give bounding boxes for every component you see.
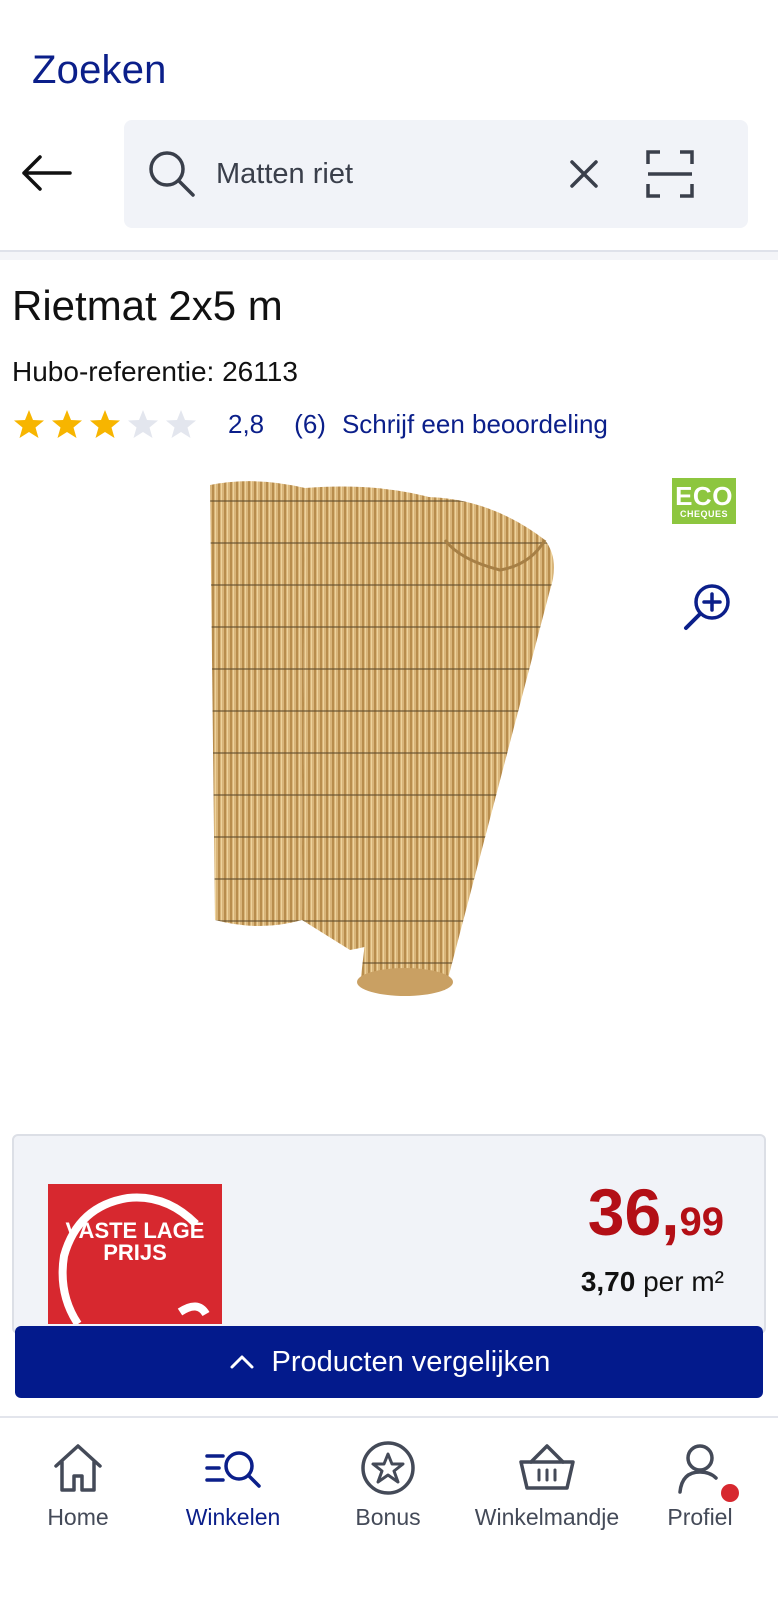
star-filled-icon	[14, 410, 44, 438]
price: 36, 99	[588, 1174, 724, 1250]
bottom-navigation: Home Winkelen Bonus Winkelmandje Profiel	[0, 1416, 778, 1600]
price-integer: 36,	[587, 1175, 680, 1249]
arrow-left-icon	[22, 155, 72, 191]
chevron-up-icon	[230, 1355, 254, 1369]
basket-icon	[519, 1444, 575, 1490]
review-count[interactable]: (6)	[294, 409, 326, 440]
notification-dot	[721, 1484, 739, 1502]
badge-line-1: VASTE LAGE	[65, 1218, 205, 1243]
eco-badge-subtext: CHEQUES	[679, 509, 728, 519]
eco-cheques-badge: ECO CHEQUES	[672, 478, 736, 524]
compare-products-button[interactable]: Producten vergelijken	[15, 1326, 763, 1398]
page-title: Zoeken	[32, 48, 167, 92]
vaste-lage-prijs-badge: VASTE LAGE PRIJS	[48, 1184, 222, 1324]
price-card: VASTE LAGE PRIJS 36, 99 3,70 per m²	[12, 1134, 766, 1334]
product-title: Rietmat 2x5 m	[12, 282, 283, 329]
reference-value: 26113	[222, 356, 298, 387]
search-bar[interactable]	[124, 120, 748, 228]
zoom-in-icon[interactable]	[680, 580, 734, 634]
badge-line-2: PRIJS	[103, 1240, 167, 1265]
price-decimal: 99	[679, 1200, 725, 1244]
eco-badge-text: ECO	[675, 481, 733, 511]
compare-label: Producten vergelijken	[271, 1345, 551, 1378]
nav-bonus-label: Bonus	[355, 1504, 421, 1530]
nav-winkelmandje[interactable]: Winkelmandje	[467, 1438, 627, 1531]
nav-bonus[interactable]: Bonus	[313, 1438, 463, 1531]
shop-search-icon	[205, 1451, 261, 1488]
nav-profiel[interactable]: Profiel	[625, 1438, 775, 1531]
nav-profiel-label: Profiel	[667, 1504, 733, 1530]
unit-price: 3,70 per m²	[581, 1266, 724, 1298]
write-review-link[interactable]: Schrijf een beoordeling	[342, 409, 608, 440]
search-icon	[149, 151, 195, 197]
star-empty-icon	[166, 410, 196, 438]
nav-winkelmandje-label: Winkelmandje	[474, 1504, 620, 1530]
bonus-star-icon	[361, 1441, 415, 1495]
star-empty-icon	[128, 410, 158, 438]
back-button[interactable]	[18, 148, 74, 198]
header-shadow	[0, 252, 778, 260]
nav-winkelen[interactable]: Winkelen	[158, 1438, 308, 1531]
rating-row: 2,8 (6) Schrijf een beoordeling	[12, 404, 608, 444]
scan-icon[interactable]	[644, 148, 696, 200]
reference-label: Hubo-referentie:	[12, 356, 223, 387]
product-reference: Hubo-referentie: 26113	[12, 356, 298, 388]
rating-stars[interactable]	[12, 407, 198, 441]
product-image-reed-mat[interactable]	[200, 480, 580, 1020]
home-icon	[54, 1444, 102, 1492]
close-icon[interactable]	[564, 154, 604, 194]
rating-value: 2,8	[228, 408, 265, 439]
star-filled-icon	[52, 410, 82, 438]
nav-home[interactable]: Home	[3, 1438, 153, 1531]
unit-price-label: per m²	[635, 1266, 724, 1297]
nav-winkelen-label: Winkelen	[185, 1504, 281, 1530]
unit-price-value: 3,70	[580, 1266, 636, 1297]
star-filled-icon	[90, 410, 120, 438]
nav-home-label: Home	[47, 1504, 109, 1530]
search-input[interactable]	[216, 148, 546, 200]
